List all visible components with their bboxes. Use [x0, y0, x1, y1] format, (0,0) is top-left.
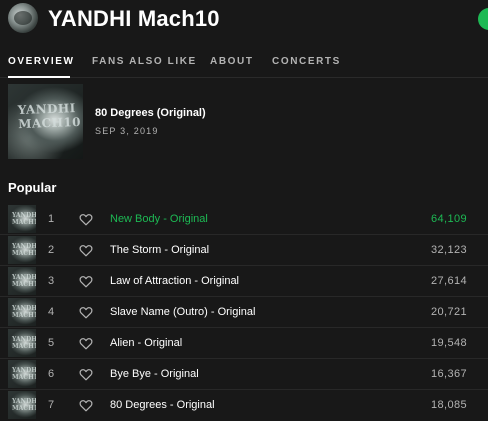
track-thumbnail: YANDHIMACH10 — [8, 205, 36, 233]
track-row[interactable]: YANDHIMACH10 4 Slave Name (Outro) - Origin… — [0, 297, 488, 328]
track-number: 3 — [47, 275, 55, 287]
album-cover-text: YANDHI MACH10 — [17, 101, 82, 132]
track-thumbnail: YANDHIMACH10 — [8, 298, 36, 326]
track-title[interactable]: Law of Attraction - Original — [110, 275, 239, 287]
track-play-count: 32,123 — [430, 244, 467, 256]
track-number: 6 — [47, 368, 55, 380]
heart-icon[interactable] — [79, 337, 93, 350]
track-number: 4 — [47, 306, 55, 318]
track-title[interactable]: The Storm - Original — [110, 244, 209, 256]
tab-fans-also-like[interactable]: FANS ALSO LIKE — [92, 56, 197, 67]
track-play-count: 27,614 — [430, 275, 467, 287]
track-number: 7 — [47, 399, 55, 411]
track-row[interactable]: YANDHIMACH10 2 The Storm - Original 32,123 — [0, 235, 488, 266]
track-title[interactable]: 80 Degrees - Original — [110, 399, 215, 411]
track-number: 5 — [47, 337, 55, 349]
track-thumbnail: YANDHIMACH10 — [8, 236, 36, 264]
play-button[interactable] — [478, 8, 488, 30]
track-play-count: 64,109 — [430, 213, 467, 225]
artist-header: YANDHI Mach10 — [0, 0, 488, 40]
album-release-date: SEP 3, 2019 — [95, 126, 159, 136]
album-cover[interactable]: YANDHI MACH10 — [8, 84, 83, 159]
track-row[interactable]: YANDHIMACH10 3 Law of Attraction - Origina… — [0, 266, 488, 297]
track-thumbnail: YANDHIMACH10 — [8, 329, 36, 357]
heart-icon[interactable] — [79, 399, 93, 412]
track-thumbnail: YANDHIMACH10 — [8, 360, 36, 388]
track-thumbnail: YANDHIMACH10 — [8, 391, 36, 419]
popular-tracklist: YANDHIMACH101New Body - Original64,109YA… — [0, 204, 488, 421]
heart-icon[interactable] — [79, 213, 93, 226]
track-row[interactable]: YANDHIMACH10 1 New Body - Original 64,109 — [0, 204, 488, 235]
album-title[interactable]: 80 Degrees (Original) — [95, 107, 206, 119]
track-title[interactable]: Slave Name (Outro) - Original — [110, 306, 256, 318]
track-title[interactable]: New Body - Original — [110, 213, 208, 225]
tab-about[interactable]: ABOUT — [210, 56, 254, 67]
track-number: 2 — [47, 244, 55, 256]
artist-avatar — [8, 3, 38, 33]
track-title[interactable]: Alien - Original — [110, 337, 182, 349]
track-number: 1 — [47, 213, 55, 225]
heart-icon[interactable] — [79, 306, 93, 319]
popular-heading: Popular — [8, 180, 57, 195]
artist-tabs: OVERVIEW FANS ALSO LIKE ABOUT CONCERTS — [0, 50, 488, 78]
artist-name: YANDHI Mach10 — [48, 6, 220, 31]
track-title[interactable]: Bye Bye - Original — [110, 368, 199, 380]
track-row[interactable]: YANDHIMACH10 6 Bye Bye - Original 16,367 — [0, 359, 488, 390]
active-tab-indicator — [8, 76, 70, 78]
track-play-count: 16,367 — [430, 368, 467, 380]
track-play-count: 20,721 — [430, 306, 467, 318]
track-row[interactable]: YANDHIMACH10 7 80 Degrees - Original 18,085 — [0, 390, 488, 421]
heart-icon[interactable] — [79, 244, 93, 257]
track-thumbnail: YANDHIMACH10 — [8, 267, 36, 295]
heart-icon[interactable] — [79, 275, 93, 288]
tab-concerts[interactable]: CONCERTS — [272, 56, 341, 67]
track-play-count: 18,085 — [430, 399, 467, 411]
heart-icon[interactable] — [79, 368, 93, 381]
tab-overview[interactable]: OVERVIEW — [8, 56, 75, 67]
track-row[interactable]: YANDHIMACH10 5 Alien - Original 19,548 — [0, 328, 488, 359]
track-play-count: 19,548 — [430, 337, 467, 349]
artist-page: YANDHI Mach10 OVERVIEW FANS ALSO LIKE AB… — [0, 0, 488, 421]
